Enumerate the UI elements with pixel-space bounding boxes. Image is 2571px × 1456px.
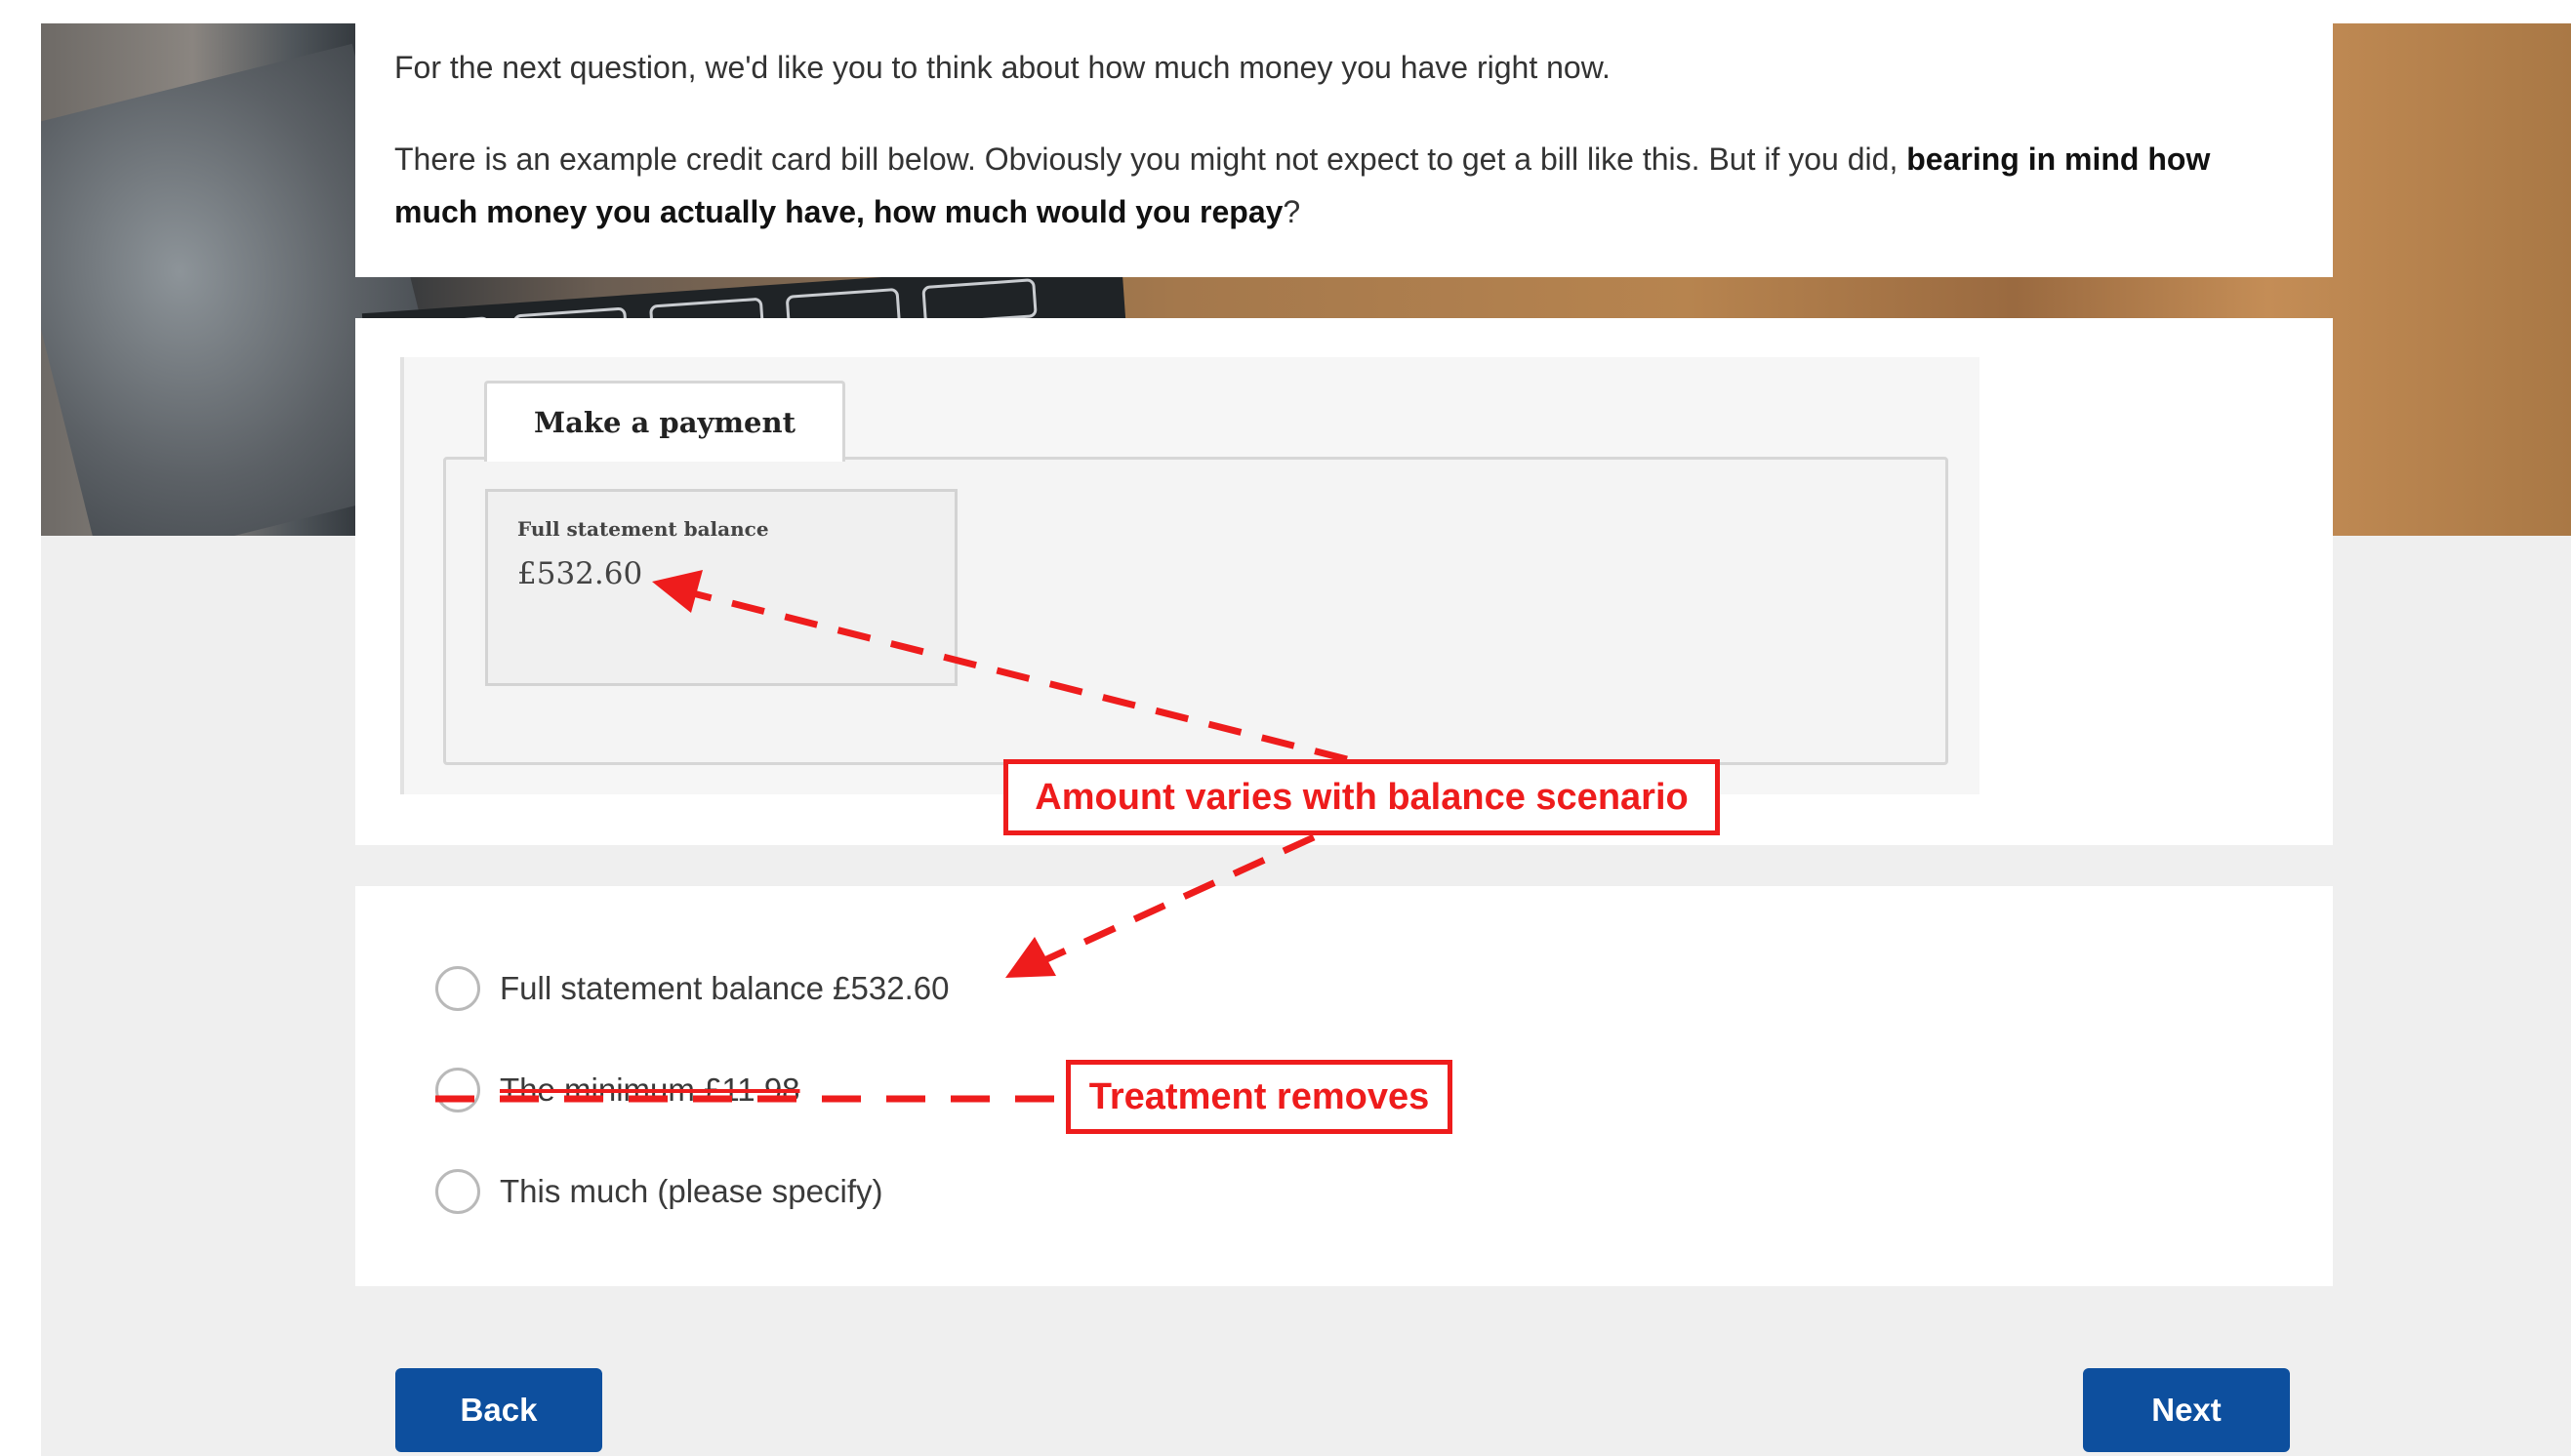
balance-label: Full statement balance xyxy=(517,517,769,541)
radio-specify-amount[interactable] xyxy=(435,1169,480,1214)
option-specify-amount[interactable]: This much (please specify) xyxy=(435,1169,882,1214)
question-body-end: ? xyxy=(1283,194,1301,229)
option-full-balance-label: Full statement balance £532.60 xyxy=(500,970,950,1006)
radio-minimum[interactable] xyxy=(435,1068,480,1112)
balance-card: Full statement balance £532.60 xyxy=(485,489,958,686)
make-a-payment-tab: Make a payment xyxy=(484,381,845,462)
back-button[interactable]: Back xyxy=(395,1368,602,1452)
option-minimum-label: The minimum £11.98 xyxy=(500,1072,800,1108)
question-body-plain: There is an example credit card bill bel… xyxy=(394,142,1907,177)
radio-full-balance[interactable] xyxy=(435,966,480,1011)
annotation-treatment-removes: Treatment removes xyxy=(1066,1060,1452,1134)
payment-screenshot: Make a payment Full statement balance £5… xyxy=(400,357,1979,794)
annotation-amount-varies: Amount varies with balance scenario xyxy=(1003,759,1720,835)
question-body-text: There is an example credit card bill bel… xyxy=(394,133,2298,238)
question-panel: For the next question, we'd like you to … xyxy=(355,23,2333,277)
option-minimum[interactable]: The minimum £11.98 xyxy=(435,1068,800,1112)
next-button[interactable]: Next xyxy=(2083,1368,2290,1452)
balance-amount: £532.60 xyxy=(517,556,643,591)
option-full-balance[interactable]: Full statement balance £532.60 xyxy=(435,966,949,1011)
question-intro-text: For the next question, we'd like you to … xyxy=(394,50,1611,85)
option-specify-amount-label: This much (please specify) xyxy=(500,1173,883,1209)
payment-box: Full statement balance £532.60 xyxy=(443,457,1948,765)
